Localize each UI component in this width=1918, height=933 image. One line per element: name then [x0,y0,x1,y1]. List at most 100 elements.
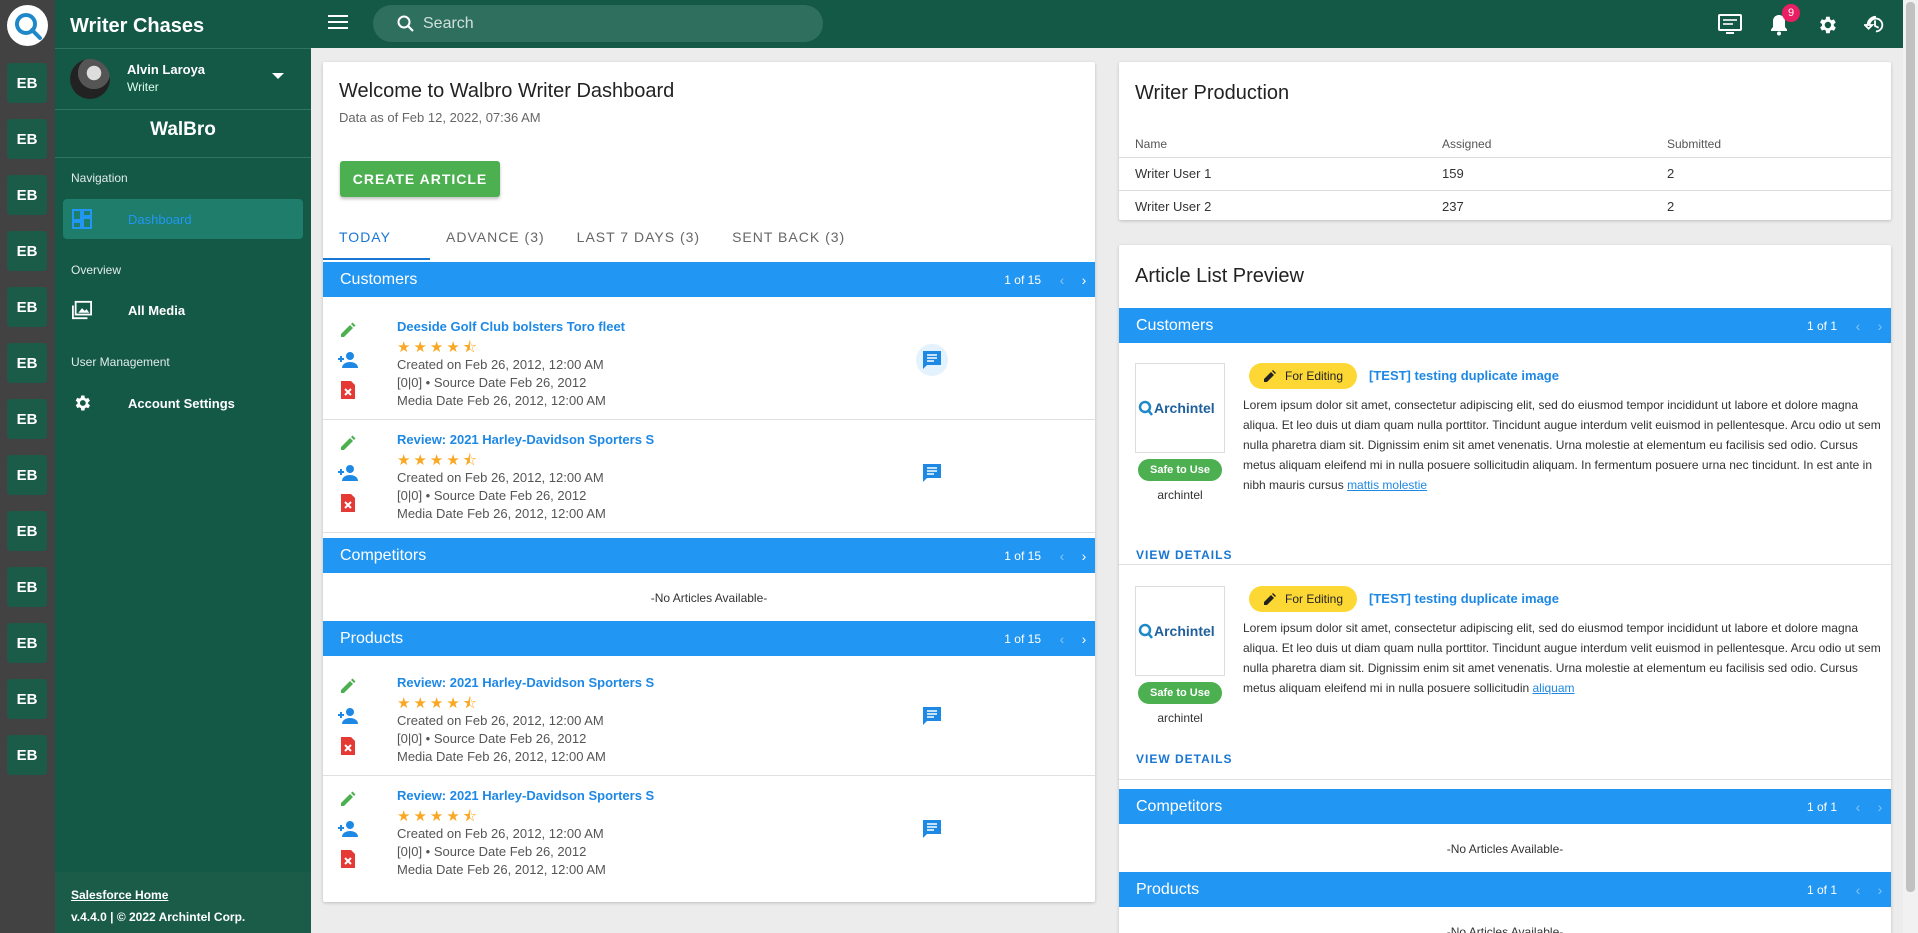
section-header-products: Products 1 of 1 ‹ › [1119,872,1891,907]
created-date: Created on Feb 26, 2012, 12:00 AM [397,357,604,372]
chevron-left-icon[interactable]: ‹ [1847,882,1869,898]
pencil-icon [1263,370,1276,382]
source-date: [0|0] • Source Date Feb 26, 2012 [397,731,587,746]
article-item: Review: 2021 Harley-Davidson Sporters S … [323,420,1095,533]
view-details-button[interactable]: VIEW DETAILS [1136,752,1232,766]
status-chip[interactable]: For Editing [1249,586,1357,612]
scrollbar[interactable] [1903,0,1918,933]
chevron-down-icon[interactable] [272,73,284,79]
settings-gear-icon[interactable] [1814,12,1840,38]
table-cell: Writer User 1 [1119,157,1426,191]
workspace-badge[interactable]: EB [7,119,47,159]
app-logo[interactable] [7,5,48,46]
article-thumbnail: Archintel [1135,586,1225,676]
edit-icon[interactable] [335,315,361,345]
chevron-left-icon[interactable]: ‹ [1051,272,1073,288]
user-menu[interactable]: Alvin Laroya Writer [55,48,311,110]
excerpt-link[interactable]: aliquam [1533,681,1575,695]
chevron-right-icon[interactable]: › [1073,548,1095,564]
chevron-left-icon[interactable]: ‹ [1051,631,1073,647]
comment-icon[interactable] [916,344,948,376]
user-role: Writer [127,80,159,94]
article-title[interactable]: Review: 2021 Harley-Davidson Sporters S [397,432,654,447]
view-details-button[interactable]: VIEW DETAILS [1136,548,1232,562]
article-title[interactable]: [TEST] testing duplicate image [1369,368,1559,383]
dashboard-card: Welcome to Walbro Writer Dashboard Data … [323,62,1095,902]
workspace-badge[interactable]: EB [7,343,47,383]
chevron-right-icon[interactable]: › [1869,318,1891,334]
salesforce-home-link[interactable]: Salesforce Home [71,888,295,902]
assign-user-icon[interactable] [335,345,361,375]
column-header: Assigned [1426,132,1651,158]
source-date: [0|0] • Source Date Feb 26, 2012 [397,375,587,390]
chevron-right-icon[interactable]: › [1869,882,1891,898]
section-header-customers: Customers 1 of 15 ‹ › [323,262,1095,297]
assign-user-icon[interactable] [335,458,361,488]
comment-icon[interactable] [916,700,948,732]
workspace-badge[interactable]: EB [7,455,47,495]
workspace-badge[interactable]: EB [7,623,47,663]
workspace-badge[interactable]: EB [7,175,47,215]
workspace-badge[interactable]: EB [7,511,47,551]
delete-file-icon[interactable] [335,375,361,405]
assign-user-icon[interactable] [335,814,361,844]
delete-file-icon[interactable] [335,488,361,518]
article-title[interactable]: Review: 2021 Harley-Davidson Sporters S [397,675,654,690]
comment-icon[interactable] [916,457,948,489]
workspace-badge[interactable]: EB [7,567,47,607]
tab-sent-back[interactable]: SENT BACK (3) [716,220,861,260]
user-name: Alvin Laroya [127,62,206,77]
assign-user-icon[interactable] [335,701,361,731]
monitor-icon[interactable] [1717,12,1743,38]
search-input[interactable]: Search [373,5,823,42]
sidebar-item-all-media[interactable]: All Media [63,290,303,330]
edit-icon[interactable] [335,784,361,814]
workspace-badge[interactable]: EB [7,735,47,775]
chevron-right-icon[interactable]: › [1869,799,1891,815]
article-title[interactable]: [TEST] testing duplicate image [1369,591,1559,606]
menu-icon[interactable] [328,15,348,31]
create-article-button[interactable]: CREATE ARTICLE [340,161,500,197]
notifications-icon[interactable]: 9 [1766,4,1800,38]
article-title[interactable]: Deeside Golf Club bolsters Toro fleet [397,319,625,334]
edit-icon[interactable] [335,428,361,458]
workspace-badge[interactable]: EB [7,399,47,439]
section-label-navigation: Navigation [71,171,128,185]
chevron-left-icon[interactable]: ‹ [1847,799,1869,815]
chevron-left-icon[interactable]: ‹ [1847,318,1869,334]
safe-to-use-badge: Safe to Use [1138,459,1222,481]
delete-file-icon[interactable] [335,844,361,874]
sidebar-item-label: All Media [128,302,186,318]
tab-today[interactable]: TODAY (4) [323,220,430,279]
comment-icon[interactable] [916,813,948,845]
brand-name: WalBro [55,110,311,158]
sidebar-item-dashboard[interactable]: Dashboard [63,199,303,239]
tab-last-7-days[interactable]: LAST 7 DAYS (3) [561,220,716,260]
article-title[interactable]: Review: 2021 Harley-Davidson Sporters S [397,788,654,803]
workspace-badge[interactable]: EB [7,287,47,327]
pagination-text: 1 of 15 [1004,631,1041,646]
media-date: Media Date Feb 26, 2012, 12:00 AM [397,393,606,408]
sidebar-item-account-settings[interactable]: Account Settings [63,383,303,423]
status-chip[interactable]: For Editing [1249,363,1357,389]
edit-icon[interactable] [335,671,361,701]
section-label-overview: Overview [71,263,122,277]
workspace-badge[interactable]: EB [7,679,47,719]
history-icon[interactable] [1862,12,1888,38]
top-bar: Search 9 [311,0,1903,48]
chevron-right-icon[interactable]: › [1073,272,1095,288]
app-title: Writer Chases [70,15,205,37]
tab-advance[interactable]: ADVANCE (3) [430,220,561,260]
archintel-logo: Archintel [1138,623,1215,639]
delete-file-icon[interactable] [335,731,361,761]
source-name: archintel [1157,711,1203,725]
workspace-badge[interactable]: EB [7,231,47,271]
article-excerpt: Lorem ipsum dolor sit amet, consectetur … [1243,395,1883,495]
page-title: Welcome to Walbro Writer Dashboard [339,80,675,102]
excerpt-link[interactable]: mattis molestie [1347,478,1427,492]
chevron-right-icon[interactable]: › [1073,631,1095,647]
chevron-left-icon[interactable]: ‹ [1051,548,1073,564]
article-item: Review: 2021 Harley-Davidson Sporters S … [323,663,1095,776]
avatar [70,59,110,99]
workspace-badge[interactable]: EB [7,63,47,103]
